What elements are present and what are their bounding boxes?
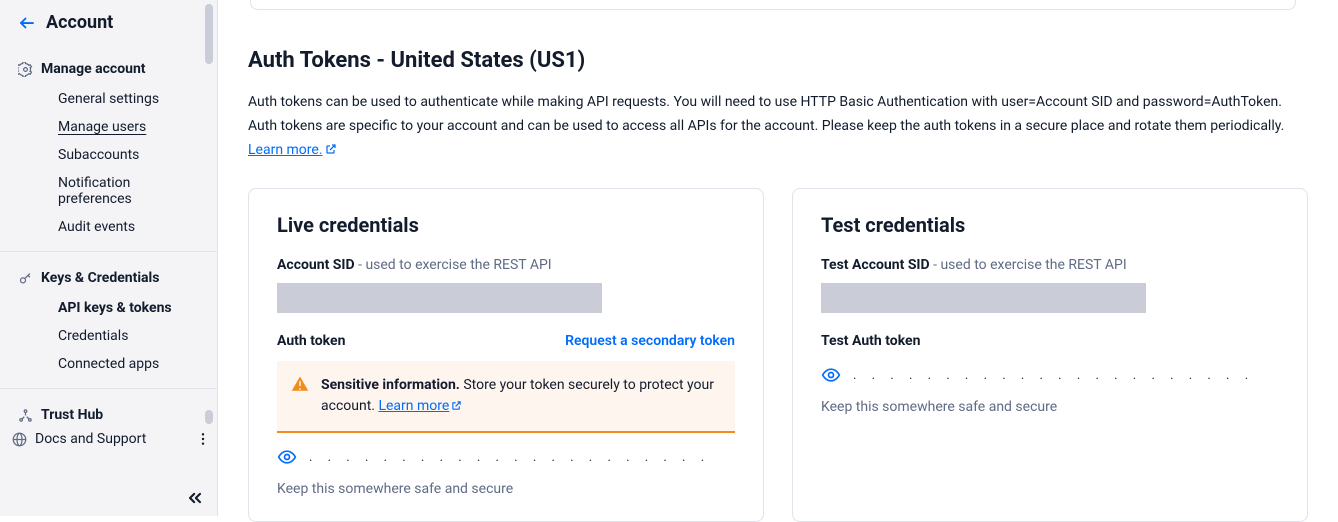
nav-credentials[interactable]: Credentials <box>0 322 217 350</box>
page-description: Auth tokens can be used to authenticate … <box>248 91 1298 162</box>
account-sid-hint: - used to exercise the REST API <box>355 257 552 273</box>
section-title-manage: Manage account <box>41 61 146 77</box>
test-hint: Keep this somewhere safe and secure <box>821 399 1279 415</box>
request-secondary-token-link[interactable]: Request a secondary token <box>565 333 735 349</box>
test-sid-hint: - used to exercise the REST API <box>930 257 1127 273</box>
auth-token-label: Auth token <box>277 333 345 349</box>
auth-token-masked: . . . . . . . . . . . . . . . . . . . . … <box>309 450 710 465</box>
sidebar-back[interactable]: Account <box>0 0 217 47</box>
test-sid-label-row: Test Account SID - used to exercise the … <box>821 257 1279 273</box>
live-hint: Keep this somewhere safe and secure <box>277 481 735 497</box>
learn-more-link[interactable]: Learn more. <box>248 142 337 158</box>
test-auth-token-label: Test Auth token <box>821 333 920 349</box>
nav-docs-support[interactable]: Docs and Support <box>35 431 146 447</box>
live-credentials-card: Live credentials Account SID - used to e… <box>248 188 764 522</box>
alert-learn-more-link[interactable]: Learn more <box>378 398 462 414</box>
account-sid-value[interactable] <box>277 283 602 313</box>
nav-audit-events[interactable]: Audit events <box>0 213 217 241</box>
test-sid-value[interactable] <box>821 283 1146 313</box>
divider <box>0 388 217 389</box>
nav-notification-preferences[interactable]: Notification preferences <box>0 169 217 213</box>
previous-card-edge <box>250 0 1296 10</box>
warning-icon <box>291 375 309 393</box>
test-sid-label: Test Account SID <box>821 257 930 273</box>
reveal-token-icon[interactable] <box>277 447 297 467</box>
external-link-icon <box>451 400 462 411</box>
scrollbar-thumb-lower[interactable] <box>205 410 213 424</box>
key-icon <box>18 271 33 286</box>
nav-general-settings[interactable]: General settings <box>0 85 217 113</box>
sensitive-info-alert: Sensitive information. Store your token … <box>277 361 735 433</box>
kebab-menu-icon[interactable] <box>195 431 211 447</box>
section-keys-credentials[interactable]: Keys & Credentials <box>0 262 217 294</box>
scrollbar-thumb[interactable] <box>205 4 213 64</box>
collapse-sidebar-icon[interactable] <box>185 488 205 508</box>
section-manage-account[interactable]: Manage account <box>0 53 217 85</box>
section-title-keys: Keys & Credentials <box>41 270 159 286</box>
sidebar-back-label: Account <box>46 12 113 33</box>
test-title: Test credentials <box>821 213 1279 237</box>
alert-strong: Sensitive information. <box>321 377 460 393</box>
live-title: Live credentials <box>277 213 735 237</box>
nav-api-keys-tokens[interactable]: API keys & tokens <box>0 294 217 322</box>
external-link-icon <box>325 143 337 155</box>
account-sid-label-row: Account SID - used to exercise the REST … <box>277 257 735 273</box>
sidebar: Account Manage account General settings … <box>0 0 218 516</box>
arrow-left-icon <box>18 14 36 32</box>
page-title: Auth Tokens - United States (US1) <box>248 48 1308 73</box>
gear-icon <box>18 62 33 77</box>
nav-connected-apps[interactable]: Connected apps <box>0 350 217 378</box>
section-title-trust: Trust Hub <box>41 407 103 423</box>
test-auth-token-masked: . . . . . . . . . . . . . . . . . . . . … <box>853 368 1254 383</box>
section-trust-hub[interactable]: Trust Hub <box>0 399 217 425</box>
nav-subaccounts[interactable]: Subaccounts <box>0 141 217 169</box>
account-sid-label: Account SID <box>277 257 355 273</box>
reveal-test-token-icon[interactable] <box>821 365 841 385</box>
main-content: Auth Tokens - United States (US1) Auth t… <box>218 0 1338 516</box>
test-credentials-card: Test credentials Test Account SID - used… <box>792 188 1308 522</box>
globe-icon <box>12 432 27 447</box>
nav-manage-users[interactable]: Manage users <box>0 113 217 141</box>
divider <box>0 251 217 252</box>
network-icon <box>18 408 33 423</box>
